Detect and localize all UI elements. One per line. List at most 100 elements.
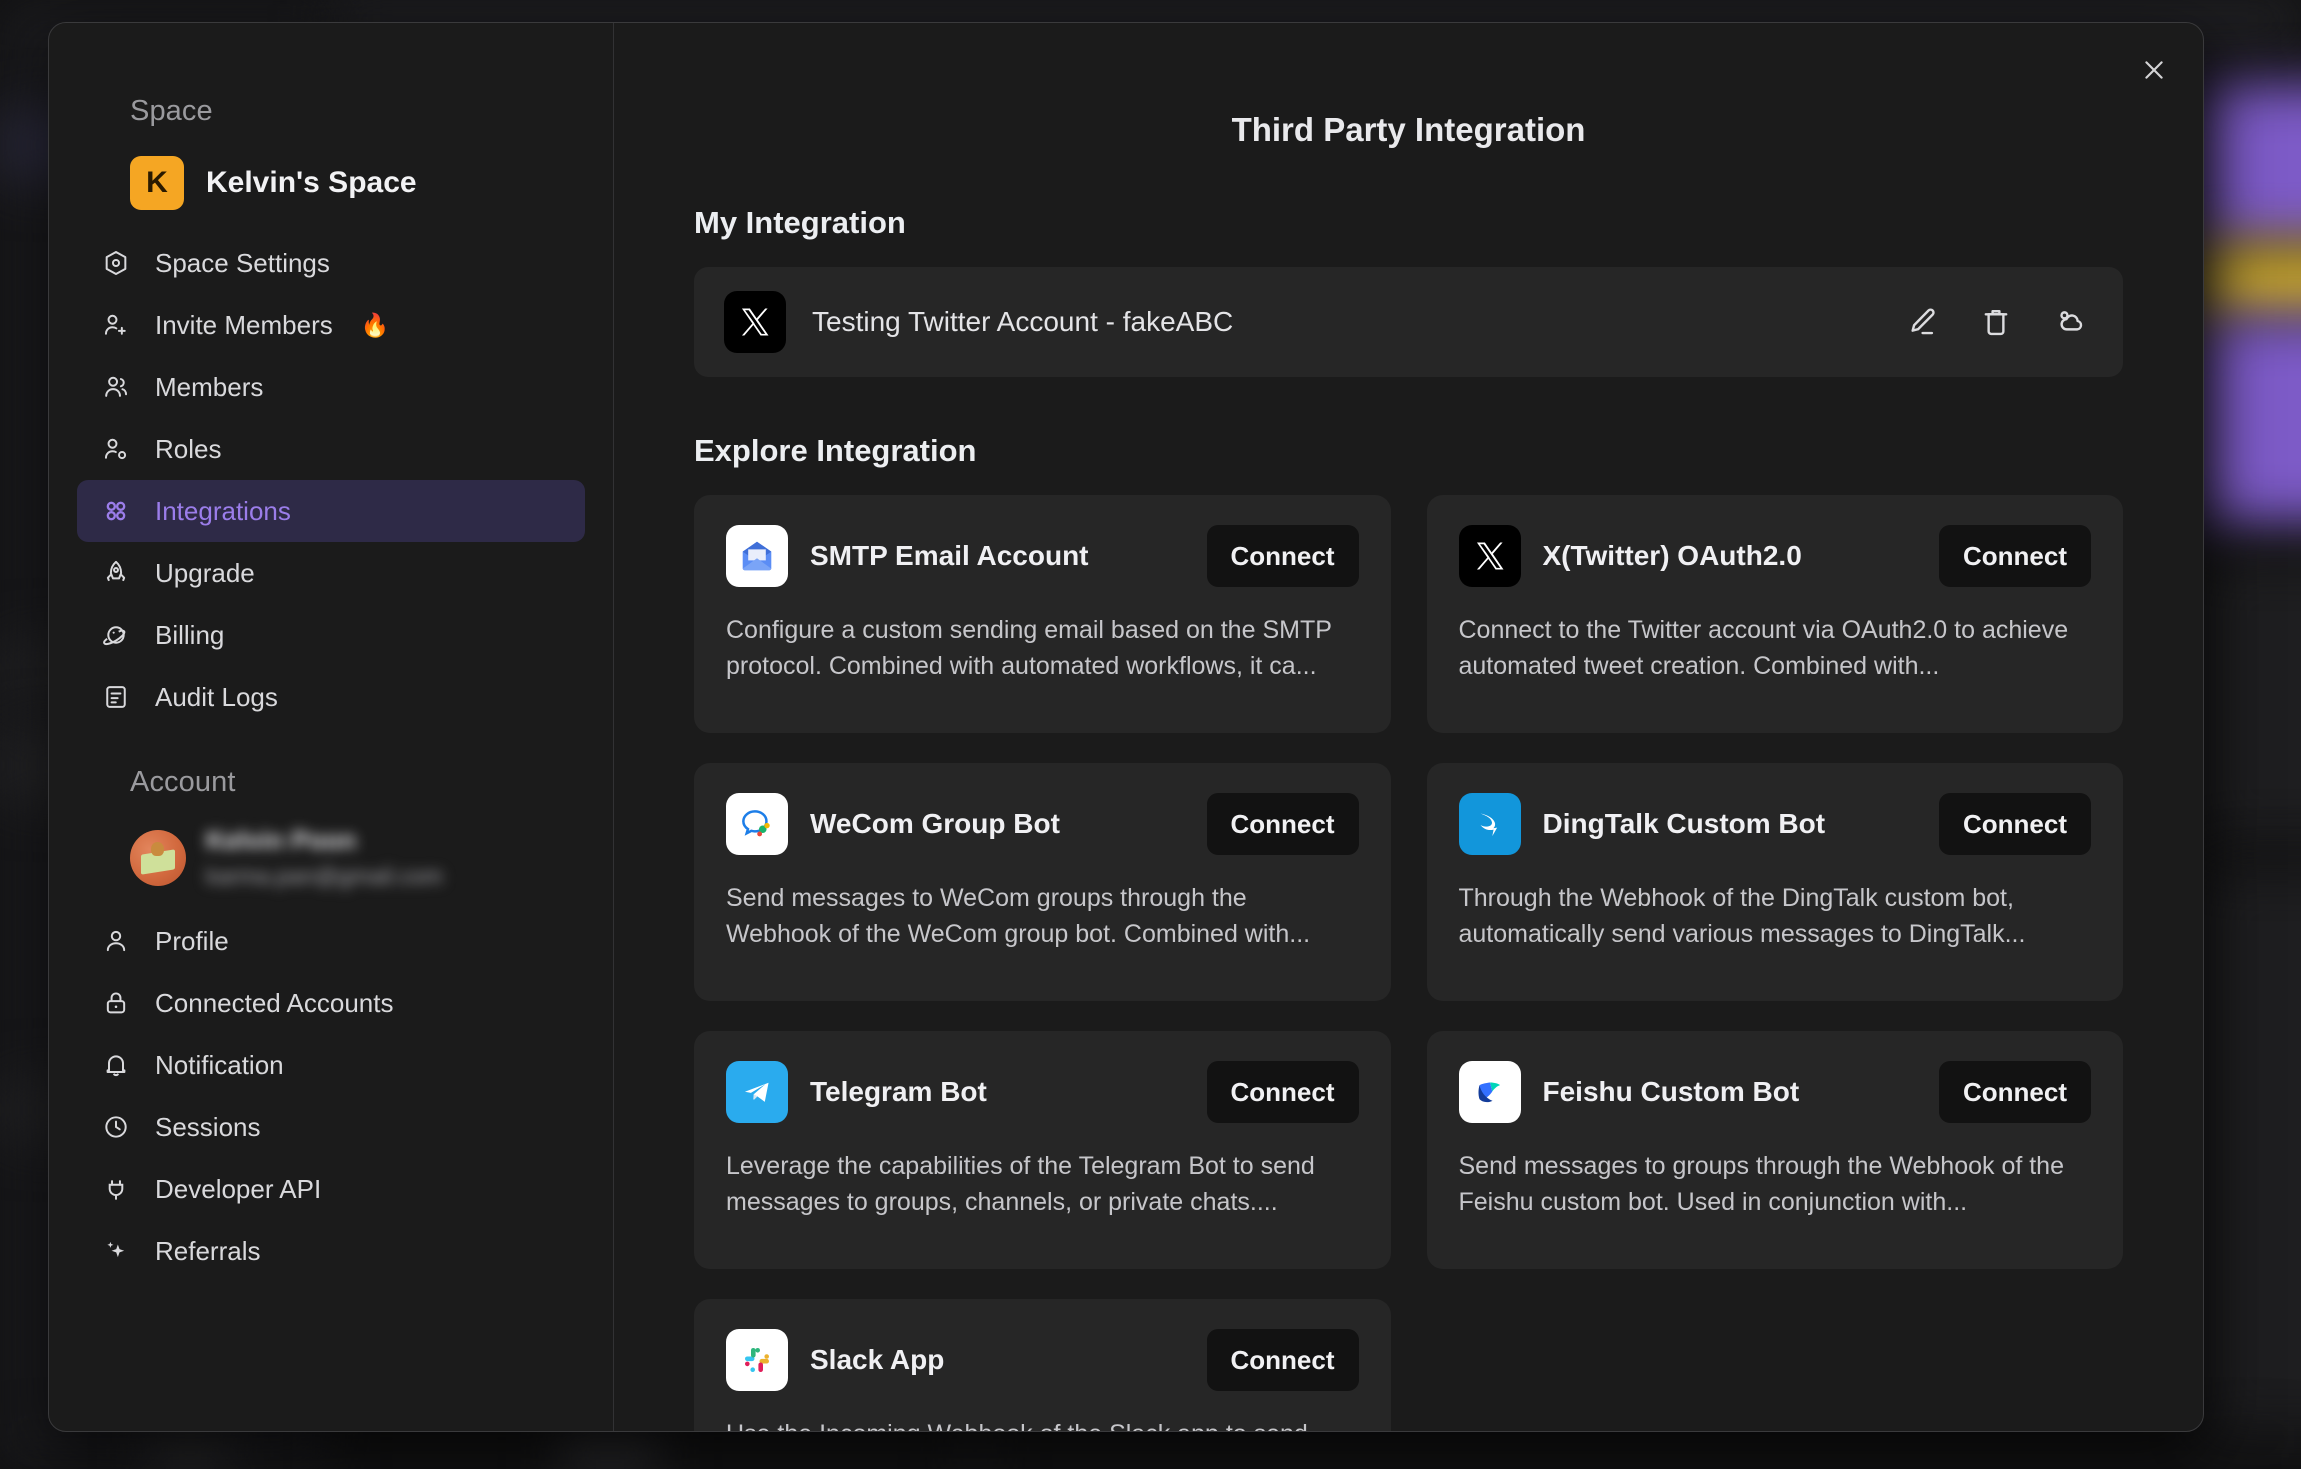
planet-icon [101,620,131,650]
account-email: karma.pan@gmail.com [206,863,443,889]
card-title: X(Twitter) OAuth2.0 [1542,540,1802,571]
background-color-block [2206,870,2301,1430]
sidebar-item-label: Billing [155,619,225,650]
sidebar-item-label: Connected Accounts [155,987,394,1018]
explore-integration-heading: Explore Integration [694,433,977,468]
fire-badge-icon: 🔥 [360,311,390,338]
card-title: Telegram Bot [810,1076,987,1107]
card-title: DingTalk Custom Bot [1542,808,1826,839]
account-summary[interactable]: Kelvin Poon karma.pan@gmail.com [49,825,613,890]
sidebar-item-label: Sessions [155,1111,261,1142]
sidebar-item-label: Invite Members [155,309,333,340]
sidebar-item-space-settings[interactable]: Space Settings [77,232,585,294]
sidebar-item-label: Space Settings [155,247,330,278]
cloud-icon[interactable] [2051,303,2089,341]
card-description: Connect to the Twitter account via OAuth… [1458,616,2069,680]
sidebar-item-invite-members[interactable]: Invite Members 🔥 [77,294,585,356]
content-body: My Integration Testing Twitter Account -… [614,205,2203,1431]
account-identity: Kelvin Poon karma.pan@gmail.com [206,825,443,890]
sidebar-item-connected-accounts[interactable]: Connected Accounts [77,972,585,1034]
integration-card-telegram[interactable]: Telegram Bot Connect Leverage the capabi… [694,1031,1391,1269]
sidebar-item-profile[interactable]: Profile [77,910,585,972]
sidebar-item-label: Referrals [155,1235,261,1266]
connect-button[interactable]: Connect [1206,525,1359,587]
sidebar-section-account: Account [130,766,236,798]
integration-card-smtp[interactable]: SMTP Email Account Connect Configure a c… [694,495,1391,733]
card-description: Use the Incoming Webhook of the Slack ap… [726,1417,1359,1431]
integration-card-slack[interactable]: Slack App Connect Use the Incoming Webho… [694,1299,1391,1431]
connect-button[interactable]: Connect [1939,793,2091,855]
space-switcher[interactable]: K Kelvin's Space [49,156,613,210]
sidebar-item-billing[interactable]: Billing [77,604,585,666]
my-integration-heading: My Integration [694,205,906,240]
connect-button[interactable]: Connect [1939,1061,2091,1123]
sidebar-item-upgrade[interactable]: Upgrade [77,542,585,604]
card-description: Through the Webhook of the DingTalk cust… [1458,884,2026,948]
connect-button[interactable]: Connect [1206,793,1359,855]
grid-four-icon [101,496,131,526]
connect-button[interactable]: Connect [1939,525,2091,587]
account-nav-list: Profile Connected Accounts Notification … [49,910,613,1282]
card-title: Feishu Custom Bot [1542,1076,1800,1107]
document-list-icon [101,682,131,712]
sidebar-item-audit-logs[interactable]: Audit Logs [77,666,585,728]
sidebar-item-label: Members [155,371,264,402]
card-header: Slack App Connect [726,1329,1359,1391]
sidebar-item-label: Notification [155,1049,284,1080]
x-twitter-icon [724,291,786,353]
lock-icon [101,988,131,1018]
users-icon [101,372,131,402]
integration-card-wecom[interactable]: WeCom Group Bot Connect Send messages to… [694,763,1391,1001]
card-description: Leverage the capabilities of the Telegra… [726,1152,1315,1216]
sidebar-item-roles[interactable]: Roles [77,418,585,480]
integration-card-feishu[interactable]: Feishu Custom Bot Connect Send messages … [1426,1031,2123,1269]
background-taskbar-item [560,1430,660,1469]
user-plus-icon [101,310,131,340]
sidebar-item-label: Audit Logs [155,681,278,712]
integration-card-dingtalk[interactable]: DingTalk Custom Bot Connect Through the … [1426,763,2123,1001]
my-integration-name: Testing Twitter Account - fakeABC [812,306,1234,337]
card-header: X(Twitter) OAuth2.0 Connect [1458,525,2091,587]
plug-icon [101,1174,131,1204]
card-header: DingTalk Custom Bot Connect [1458,793,2091,855]
sidebar-item-notification[interactable]: Notification [77,1034,585,1096]
clock-icon [101,1112,131,1142]
telegram-icon [726,1061,788,1123]
background-taskbar [0,1438,2301,1442]
background-color-block [2206,560,2301,840]
my-integration-row[interactable]: Testing Twitter Account - fakeABC [694,267,2123,377]
card-description: Configure a custom sending email based o… [726,616,1332,680]
card-description: Send messages to groups through the Webh… [1458,1152,2065,1216]
feishu-icon [1458,1061,1521,1123]
settings-sidebar: Space K Kelvin's Space Space Settings In… [49,23,614,1431]
card-header: Telegram Bot Connect [726,1061,1359,1123]
space-nav-list: Space Settings Invite Members 🔥 Members … [49,232,613,728]
avatar [130,829,186,886]
smtp-email-icon [726,525,788,587]
space-avatar: K [130,156,184,210]
sidebar-item-referrals[interactable]: Referrals [77,1220,585,1282]
sidebar-item-developer-api[interactable]: Developer API [77,1158,585,1220]
sidebar-item-label: Profile [155,925,229,956]
sidebar-item-integrations[interactable]: Integrations [77,480,585,542]
connect-button[interactable]: Connect [1206,1329,1359,1391]
background-color-block [2206,85,2301,245]
account-name: Kelvin Poon [206,825,357,855]
card-title: WeCom Group Bot [810,808,1060,839]
card-title: SMTP Email Account [810,540,1089,571]
page-title: Third Party Integration [1231,111,1586,148]
sidebar-item-label: Developer API [155,1173,322,1204]
sidebar-item-label: Upgrade [155,557,255,588]
hexagon-settings-icon [101,248,131,278]
integration-card-x-twitter[interactable]: X(Twitter) OAuth2.0 Connect Connect to t… [1426,495,2123,733]
connect-button[interactable]: Connect [1206,1061,1359,1123]
settings-modal: Space K Kelvin's Space Space Settings In… [48,22,2204,1432]
trash-icon[interactable] [1977,303,2015,341]
bell-icon [101,1050,131,1080]
x-twitter-icon [1458,525,1521,587]
pencil-icon[interactable] [1903,303,1941,341]
card-header: WeCom Group Bot Connect [726,793,1359,855]
sidebar-item-members[interactable]: Members [77,356,585,418]
card-header: Feishu Custom Bot Connect [1458,1061,2091,1123]
sidebar-item-sessions[interactable]: Sessions [77,1096,585,1158]
